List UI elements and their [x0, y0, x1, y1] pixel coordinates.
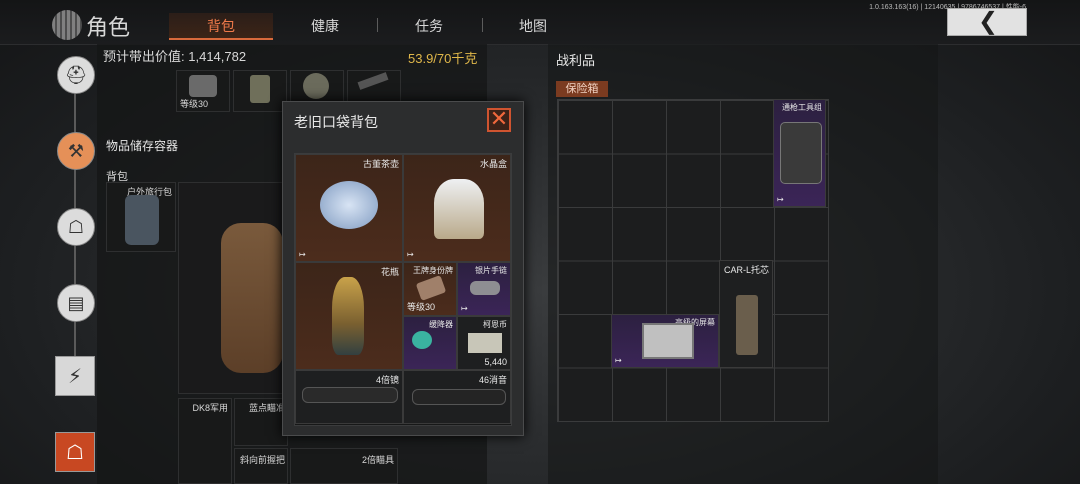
item-name: 柯恩币: [483, 320, 507, 329]
estimated-value-label: 预计带出价值:: [103, 49, 185, 64]
item-name: 46消音: [478, 375, 507, 385]
coins-image: [468, 333, 502, 353]
item-level: 等级30: [407, 302, 436, 312]
move-out-icon: ↦: [407, 250, 414, 259]
close-button[interactable]: ✕: [487, 108, 511, 132]
item-name: 斜向前握把: [239, 455, 285, 465]
dogtag-image: [415, 275, 447, 301]
backpack-slot[interactable]: 户外旅行包: [106, 182, 176, 252]
item-name: 花瓶: [380, 267, 399, 277]
item-name: 2倍瞄具: [361, 455, 394, 465]
item-name: 蓝点瞄准: [248, 403, 285, 413]
silencer-image: [412, 389, 506, 405]
inventory-slot[interactable]: DK8军用: [178, 398, 232, 484]
item-name: DK8军用: [192, 403, 228, 413]
item-silver-bracelet[interactable]: 银片手链 ↦: [457, 262, 511, 316]
lightning-icon: ⚡: [67, 365, 83, 388]
item-image: [303, 73, 329, 99]
item-name: 银片手链: [475, 266, 507, 275]
estimated-value: 预计带出价值: 1,414,782: [103, 46, 246, 65]
safebox-tab[interactable]: 保险箱: [556, 81, 608, 97]
backpack-image: [125, 195, 159, 245]
nav-helmet-button[interactable]: ⛑: [57, 56, 95, 94]
move-out-icon: ↦: [299, 250, 306, 259]
backpack-icon: ☖: [67, 216, 85, 237]
item-cleaning-kit[interactable]: 通枪工具组 ↦: [773, 99, 826, 207]
cleaning-kit-image: [780, 122, 822, 184]
vase-image: [332, 277, 364, 355]
item-vase[interactable]: 花瓶: [295, 262, 403, 370]
move-out-icon: ↦: [777, 195, 784, 204]
nav-red-backpack-button[interactable]: ☖: [55, 432, 95, 472]
crystal-box-image: [434, 179, 484, 239]
inventory-slot[interactable]: 2倍瞄具: [290, 448, 398, 484]
inventory-slot[interactable]: 斜向前握把: [234, 448, 288, 484]
weight-text: 53.9/70千克: [408, 51, 478, 66]
vest-icon: ⚒: [67, 140, 85, 161]
scope-image: [302, 387, 398, 403]
backpack-container-grid[interactable]: [178, 182, 286, 394]
item-advanced-screen[interactable]: 高级的屏幕 ↦: [611, 314, 719, 368]
nav-vest-button[interactable]: ⚒: [57, 132, 95, 170]
inventory-slot[interactable]: 等级30: [176, 70, 230, 112]
globe-logo-icon: [52, 10, 82, 40]
box-icon: ▤: [67, 292, 85, 313]
screen-image: [642, 323, 694, 359]
item-46-silencer[interactable]: 46消音: [403, 370, 511, 424]
estimated-value-number: 1,414,782: [188, 49, 247, 64]
item-name: 水晶盒: [479, 159, 507, 169]
teapot-image: [320, 181, 378, 229]
bracelet-image: [470, 281, 500, 295]
red-backpack-icon: ☖: [66, 441, 84, 464]
item-car-l-stock[interactable]: CAR-L托芯: [719, 260, 773, 368]
item-descender[interactable]: 缓降器: [403, 316, 457, 370]
loot-title: 战利品: [556, 53, 596, 68]
item-name: 4倍镜: [375, 375, 399, 385]
close-icon: ✕: [489, 106, 509, 131]
item-koen-coins[interactable]: 柯恩币 5,440: [457, 316, 511, 370]
item-crystal-box[interactable]: 水晶盒 ↦: [403, 154, 511, 262]
item-name: 古董茶壶: [362, 159, 399, 169]
tab-map[interactable]: 地图: [481, 16, 585, 36]
move-out-icon: ↦: [615, 356, 622, 365]
storage-title: 物品储存容器: [106, 139, 179, 153]
item-name: CAR-L托芯: [723, 265, 769, 275]
popup-item-grid: 古董茶壶 ↦ 水晶盒 ↦ 花瓶 王牌身份牌 等级30 银片手链 ↦ 缓降器 柯恩…: [294, 153, 512, 426]
backpack-image: [221, 223, 283, 373]
item-name: 通枪工具组: [782, 103, 822, 112]
nav-lightning-button[interactable]: ⚡: [55, 356, 95, 396]
tab-health[interactable]: 健康: [273, 16, 377, 36]
item-image: [250, 75, 270, 103]
item-ace-dogtag[interactable]: 王牌身份牌 等级30: [403, 262, 457, 316]
descender-image: [412, 331, 432, 349]
item-antique-teapot[interactable]: 古董茶壶 ↦: [295, 154, 403, 262]
inventory-slot[interactable]: 蓝点瞄准: [234, 398, 288, 446]
item-4x-scope[interactable]: 4倍镜: [295, 370, 403, 424]
item-level: 等级30: [180, 99, 209, 109]
nav-backpack-button[interactable]: ☖: [57, 208, 95, 246]
back-button[interactable]: ❮: [947, 8, 1027, 36]
page-title: 角色: [86, 15, 131, 40]
nav-box-button[interactable]: ▤: [57, 284, 95, 322]
tab-backpack[interactable]: 背包: [169, 13, 273, 40]
item-name: 王牌身份牌: [413, 266, 453, 275]
item-image: [357, 72, 389, 90]
inventory-slot[interactable]: [233, 70, 287, 112]
tab-tasks[interactable]: 任务: [377, 16, 481, 36]
item-count: 5,440: [484, 357, 507, 367]
stock-image: [736, 295, 758, 355]
helmet-icon: ⛑: [64, 64, 88, 85]
item-image: [189, 75, 217, 97]
move-out-icon: ↦: [461, 304, 468, 313]
popup-title: 老旧口袋背包: [294, 114, 378, 130]
chevron-left-icon: ❮: [978, 8, 999, 35]
item-name: 缓降器: [429, 320, 453, 329]
